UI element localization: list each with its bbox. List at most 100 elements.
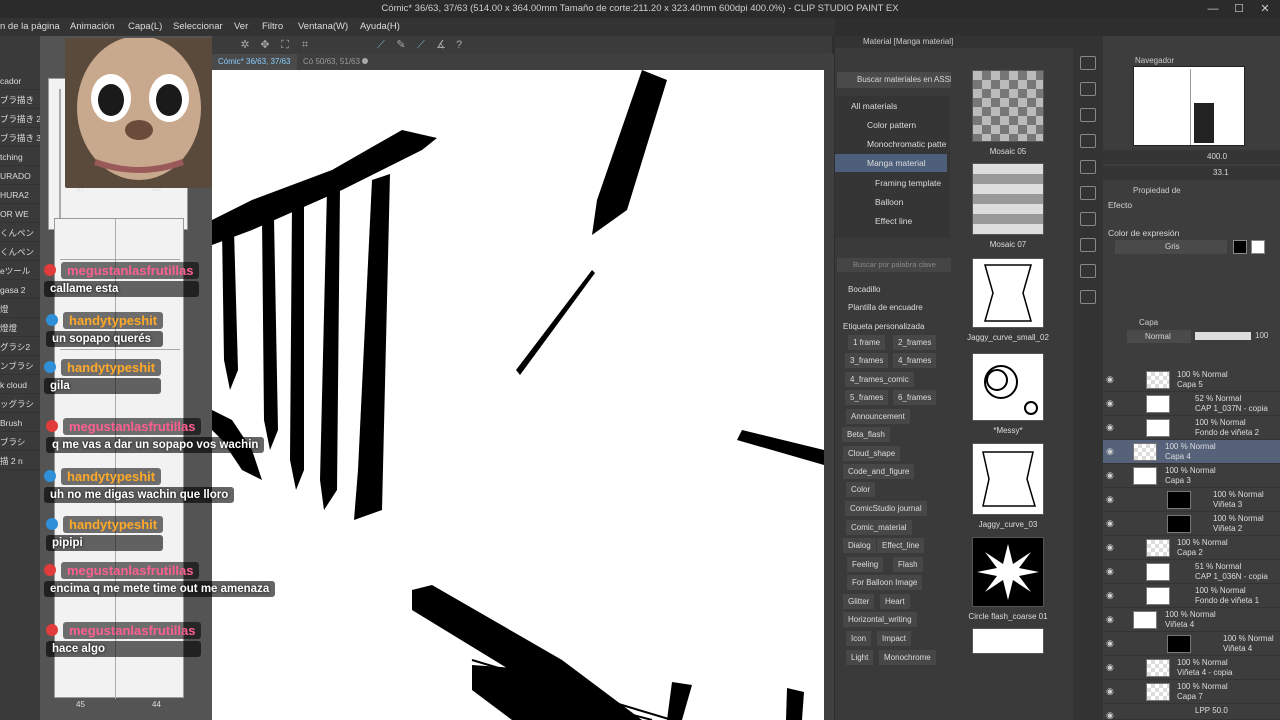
- sub-tool-item[interactable]: eツール: [0, 262, 40, 280]
- expression-color-select[interactable]: Gris: [1115, 240, 1227, 254]
- auto-action-icon[interactable]: [1080, 212, 1096, 226]
- tag-button[interactable]: 2_frames: [893, 335, 937, 350]
- eye-icon[interactable]: ◉: [1106, 374, 1116, 384]
- eye-icon[interactable]: ◉: [1106, 590, 1116, 600]
- material-circle-flash[interactable]: [972, 537, 1044, 607]
- eye-icon[interactable]: ◉: [1106, 662, 1116, 672]
- layer-row[interactable]: ◉ 100 % Normal Viñeta 4: [1103, 632, 1280, 656]
- menu-help[interactable]: Ayuda(H): [360, 18, 400, 36]
- eye-icon[interactable]: ◉: [1106, 422, 1116, 432]
- tag-button[interactable]: Monochrome: [879, 650, 936, 665]
- tab-comic-50[interactable]: Có 50/63, 51/63: [297, 54, 366, 70]
- sub-tool-item[interactable]: ッグラシ: [0, 395, 40, 413]
- layer-row[interactable]: ◉ 100 % Normal Capa 3: [1103, 464, 1280, 488]
- menu-page[interactable]: n de la página: [0, 18, 60, 36]
- layer-row[interactable]: ◉ 100 % Normal Viñeta 3: [1103, 488, 1280, 512]
- eye-icon[interactable]: ◉: [1106, 710, 1116, 720]
- eye-icon[interactable]: ◉: [1106, 446, 1116, 456]
- tab-comic-36[interactable]: Cómic* 36/63, 37/63: [212, 54, 297, 70]
- menu-view[interactable]: Ver: [234, 18, 248, 36]
- canvas-scrollbar[interactable]: [824, 54, 834, 720]
- material-next[interactable]: [972, 628, 1044, 654]
- opacity-slider[interactable]: [1195, 332, 1251, 340]
- sub-color-swatch[interactable]: [1251, 240, 1265, 254]
- help-icon[interactable]: ?: [452, 38, 466, 52]
- close-button[interactable]: ✕: [1252, 0, 1278, 18]
- navigator-preview[interactable]: [1133, 66, 1245, 146]
- tag-button[interactable]: Announcement: [846, 409, 910, 424]
- tree-monochromatic[interactable]: Monochromatic patte: [835, 135, 947, 153]
- tag-button[interactable]: 5_frames: [845, 390, 889, 405]
- search-layer-icon[interactable]: [1080, 134, 1096, 148]
- layer-row[interactable]: ◉ LPP 50.0: [1103, 704, 1280, 720]
- sub-view-icon[interactable]: [1080, 264, 1096, 278]
- tag-button[interactable]: 3_frames: [845, 353, 889, 368]
- tag-button[interactable]: Light: [846, 650, 874, 665]
- animation-icon[interactable]: [1080, 186, 1096, 200]
- sub-tool-item[interactable]: グラシ2: [0, 338, 40, 356]
- menu-window[interactable]: Ventana(W): [298, 18, 348, 36]
- tag-button[interactable]: Icon: [846, 631, 872, 646]
- tag-button[interactable]: Code_and_figure: [843, 464, 915, 479]
- sub-tool-item[interactable]: 描 2 n: [0, 452, 40, 470]
- tag-button[interactable]: Effect_line: [877, 538, 925, 553]
- tag-button[interactable]: 4_frames_comic: [845, 372, 914, 387]
- eye-icon[interactable]: ◉: [1106, 398, 1116, 408]
- tree-balloon[interactable]: Balloon: [835, 193, 947, 211]
- fill-icon[interactable]: ⛶: [278, 38, 292, 52]
- tag-button[interactable]: ComicStudio journal: [845, 501, 927, 516]
- tag-button[interactable]: 4_frames: [893, 353, 937, 368]
- sub-tool-item[interactable]: tching: [0, 148, 40, 166]
- history-icon[interactable]: [1080, 82, 1096, 96]
- tag-button[interactable]: For Balloon Image: [847, 575, 923, 590]
- maximize-button[interactable]: ☐: [1226, 0, 1252, 18]
- tag-button[interactable]: Dialog: [843, 538, 876, 553]
- move-icon[interactable]: ✥: [258, 38, 272, 52]
- eye-icon[interactable]: ◉: [1106, 638, 1116, 648]
- sub-tool-item[interactable]: OR WE: [0, 205, 40, 223]
- eye-icon[interactable]: ◉: [1106, 614, 1116, 624]
- ruler-icon[interactable]: ⟋: [374, 38, 388, 52]
- layer-property-icon[interactable]: [1080, 56, 1096, 70]
- tag-button[interactable]: Feeling: [847, 557, 884, 572]
- drawing-canvas[interactable]: [212, 70, 824, 720]
- crop-icon[interactable]: ⌗: [298, 38, 312, 52]
- sub-tool-item[interactable]: cador: [0, 72, 40, 90]
- eye-icon[interactable]: ◉: [1106, 470, 1116, 480]
- sub-tool-item[interactable]: ブラシ: [0, 433, 40, 451]
- tag-button[interactable]: Plantilla de encuadre: [843, 300, 928, 315]
- sub-tool-item[interactable]: ブラ描き 3: [0, 129, 40, 147]
- select-all-icon[interactable]: ✲: [238, 38, 252, 52]
- material-jaggy-curve-small[interactable]: [972, 258, 1044, 328]
- sub-tool-item[interactable]: gasa 2: [0, 281, 40, 299]
- angle-icon[interactable]: ∡: [434, 38, 448, 52]
- eye-icon[interactable]: ◉: [1106, 494, 1116, 504]
- eye-icon[interactable]: ◉: [1106, 686, 1116, 696]
- sub-tool-item[interactable]: 燈: [0, 300, 40, 318]
- tag-button[interactable]: Flash: [893, 557, 923, 572]
- info-icon[interactable]: [1080, 290, 1096, 304]
- layer-row[interactable]: ◉ 100 % Normal Capa 5: [1103, 368, 1280, 392]
- pen-icon[interactable]: ✎: [394, 38, 408, 52]
- tag-button[interactable]: Color: [846, 482, 876, 497]
- layer-row[interactable]: ◉ 100 % Normal Fondo de viñeta 1: [1103, 584, 1280, 608]
- tag-button[interactable]: Horizontal_writing: [843, 612, 917, 627]
- delete-icon[interactable]: [1080, 108, 1096, 122]
- material-jaggy-curve-03[interactable]: [972, 443, 1044, 515]
- sub-tool-item[interactable]: URADO: [0, 167, 40, 185]
- item-bank-icon[interactable]: [1080, 238, 1096, 252]
- eye-icon[interactable]: ◉: [1106, 518, 1116, 528]
- snap-icon[interactable]: ⟋: [414, 38, 428, 52]
- sub-tool-item[interactable]: ブラ描き: [0, 91, 40, 109]
- layer-row[interactable]: ◉ 51 % Normal CAP 1_036N - copia: [1103, 560, 1280, 584]
- sub-tool-item[interactable]: くんペン: [0, 224, 40, 242]
- material-mosaic-07[interactable]: [972, 163, 1044, 235]
- sub-tool-item[interactable]: HURA2: [0, 186, 40, 204]
- layer-row[interactable]: ◉ 52 % Normal CAP 1_037N - copia: [1103, 392, 1280, 416]
- material-mosaic-05[interactable]: [972, 70, 1044, 142]
- material-icon[interactable]: [1080, 160, 1096, 174]
- sub-tool-item[interactable]: くんペン: [0, 243, 40, 261]
- tag-button[interactable]: Etiqueta personalizada: [838, 319, 929, 334]
- tag-button[interactable]: 1 frame: [848, 335, 886, 350]
- layer-row[interactable]: ◉ 100 % Normal Viñeta 4: [1103, 608, 1280, 632]
